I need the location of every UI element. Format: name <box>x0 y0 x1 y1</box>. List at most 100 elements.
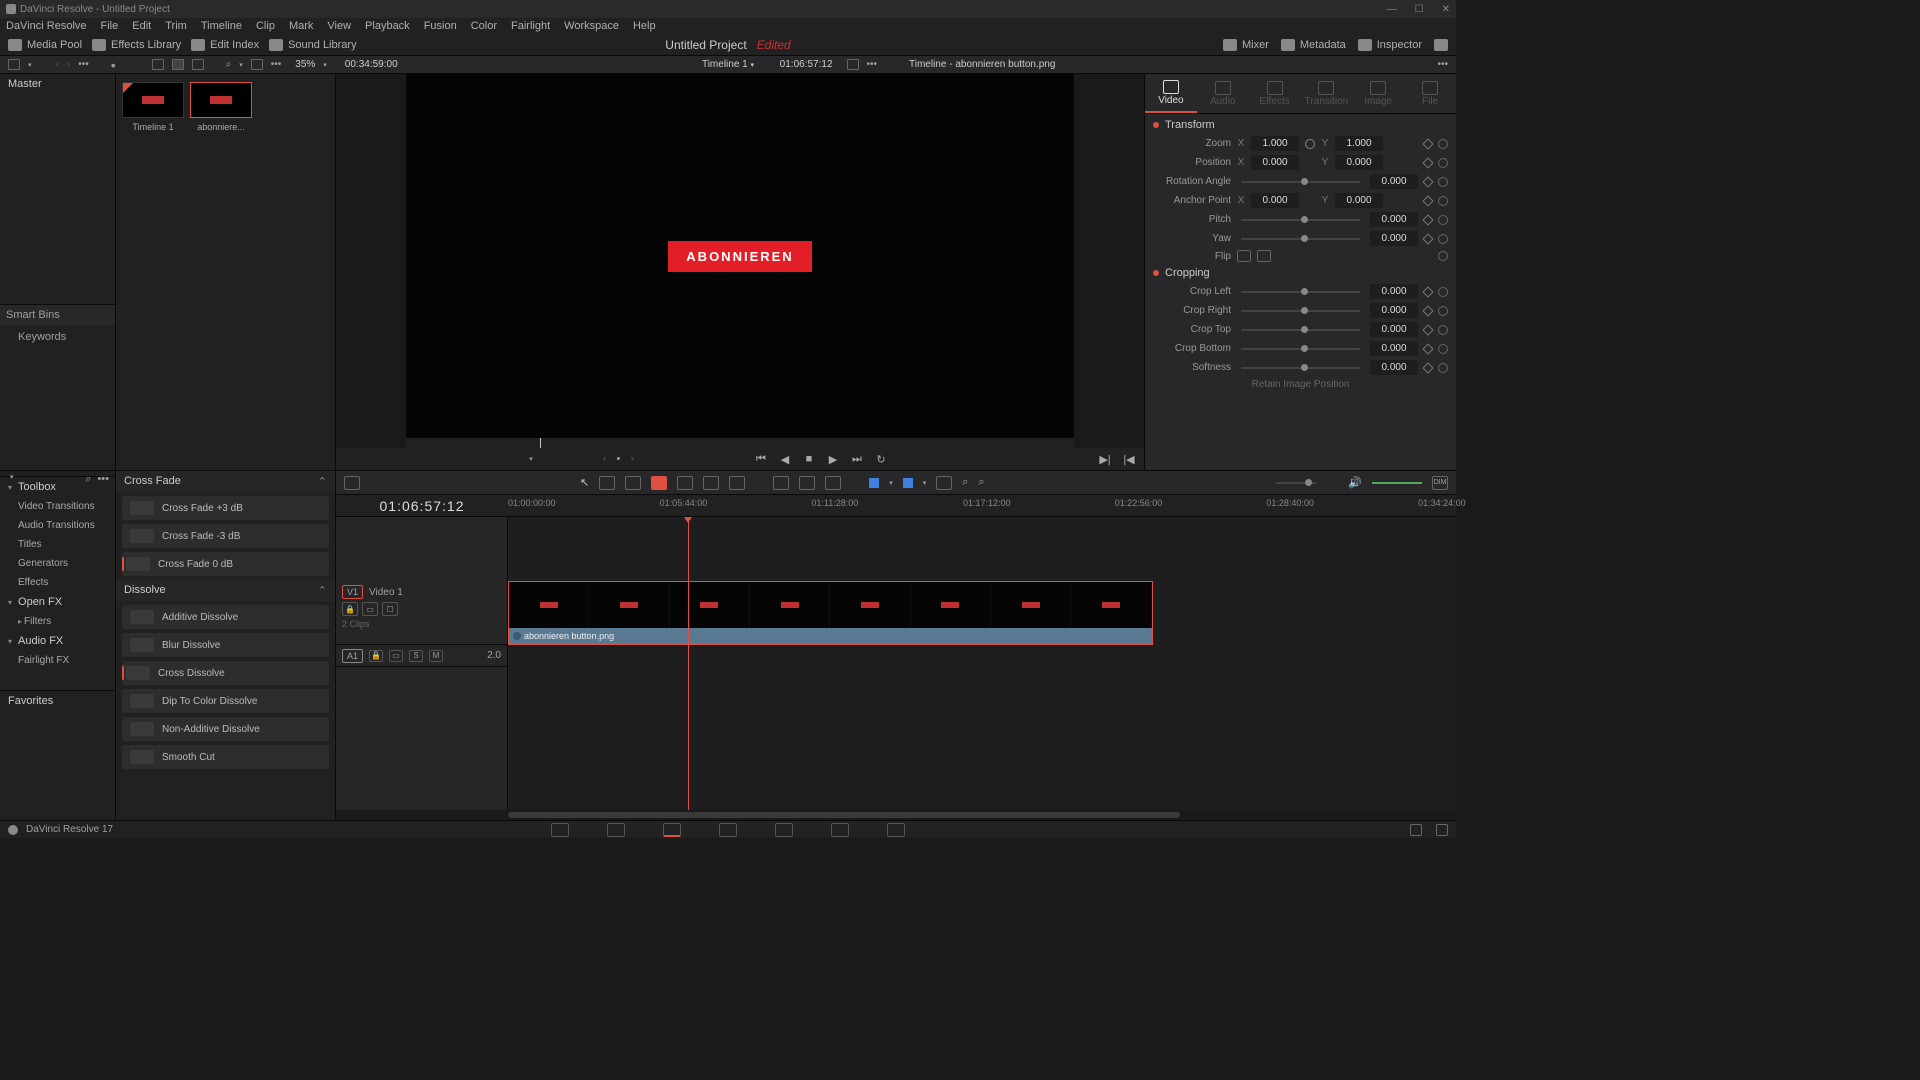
nav-item[interactable]: Titles <box>0 535 115 554</box>
pos-y-field[interactable]: 0.000 <box>1335 155 1383 170</box>
keyframe-icon[interactable] <box>1422 176 1433 187</box>
keyframe-icon[interactable] <box>1422 305 1433 316</box>
crop-right-field[interactable]: 0.000 <box>1370 303 1418 318</box>
solo-button[interactable]: S <box>409 650 423 662</box>
more-icon[interactable]: ••• <box>78 59 89 70</box>
jog-cursor[interactable] <box>540 438 541 448</box>
more-icon[interactable]: ••• <box>867 59 878 70</box>
keyframe-icon[interactable] <box>1422 286 1433 297</box>
search-icon[interactable]: ⌕ <box>962 476 968 489</box>
auto-select-icon[interactable]: ▭ <box>389 650 403 662</box>
lock-track-icon[interactable]: 🔒 <box>342 602 358 616</box>
marker-color-icon[interactable] <box>903 478 913 488</box>
menu-item[interactable]: Timeline <box>201 20 242 32</box>
dynamic-trim-icon[interactable] <box>625 476 641 490</box>
nav-back-icon[interactable]: ‹ <box>56 59 59 70</box>
color-page-icon[interactable] <box>775 823 793 837</box>
effect-item[interactable]: Dip To Color Dissolve <box>122 689 329 713</box>
enable-dot-icon[interactable] <box>1153 122 1159 128</box>
keyframe-icon[interactable] <box>1422 362 1433 373</box>
yaw-slider[interactable] <box>1241 238 1360 240</box>
inspector-toggle[interactable]: Inspector <box>1358 39 1422 51</box>
reset-icon[interactable] <box>1438 234 1448 244</box>
viewer-canvas[interactable]: ABONNIEREN <box>406 74 1074 438</box>
prev-clip-icon[interactable]: |◀ <box>1122 452 1136 466</box>
search-icon[interactable]: ⌕ <box>85 473 91 474</box>
tab-transition[interactable]: Transition <box>1300 74 1352 113</box>
next-clip-icon[interactable]: ▶| <box>1098 452 1112 466</box>
menu-item[interactable]: Clip <box>256 20 275 32</box>
link-icon[interactable] <box>1305 139 1315 149</box>
timeline-scrollbar[interactable] <box>336 810 1456 820</box>
link-icon[interactable] <box>799 476 815 490</box>
bypass-icon[interactable] <box>847 59 859 70</box>
lock-icon[interactable] <box>825 476 841 490</box>
prev-frame-icon[interactable]: ◀ <box>778 452 792 466</box>
transform-section-header[interactable]: Transform <box>1153 116 1448 134</box>
openfx-header[interactable]: Open FX <box>0 592 115 612</box>
menu-item[interactable]: DaVinci Resolve <box>6 20 87 32</box>
reset-icon[interactable] <box>1438 139 1448 149</box>
track-tag[interactable]: A1 <box>342 649 363 663</box>
nav-item[interactable]: Video Transitions <box>0 497 115 516</box>
pitch-field[interactable]: 0.000 <box>1370 212 1418 227</box>
cut-page-icon[interactable] <box>607 823 625 837</box>
tab-effects[interactable]: Effects <box>1249 74 1301 113</box>
insert-icon[interactable] <box>677 476 693 490</box>
crop-top-field[interactable]: 0.000 <box>1370 322 1418 337</box>
menu-item[interactable]: Fusion <box>424 20 457 32</box>
zoom-icon[interactable]: ⌕ <box>978 476 984 489</box>
menu-item[interactable]: File <box>101 20 119 32</box>
more-icon[interactable]: ••• <box>97 473 109 474</box>
master-bin[interactable]: Master <box>0 74 115 94</box>
bin-view-icon[interactable] <box>8 59 20 70</box>
dim-button[interactable]: DIM <box>1432 476 1448 490</box>
timeline-ruler[interactable]: 01:06:57:12 01:00:00:00 01:05:44:00 01:1… <box>336 495 1456 517</box>
auto-select-icon[interactable]: ▭ <box>362 602 378 616</box>
media-page-icon[interactable] <box>551 823 569 837</box>
flip-v-button[interactable] <box>1257 250 1271 262</box>
settings-icon[interactable] <box>1436 824 1448 836</box>
chevron-down-icon[interactable]: ▾ <box>28 61 32 69</box>
crop-left-slider[interactable]: .prow .slider.z::after{left:0;} <box>1241 291 1360 293</box>
selection-tool-icon[interactable]: ↖ <box>580 476 589 489</box>
more-icon[interactable]: ••• <box>1437 59 1448 70</box>
mixer-toggle[interactable]: Mixer <box>1223 39 1269 51</box>
reset-icon[interactable] <box>1438 177 1448 187</box>
category-header[interactable]: Dissolve⌃ <box>116 580 335 601</box>
smart-bins-header[interactable]: Smart Bins <box>0 304 115 325</box>
keyframe-icon[interactable] <box>1422 157 1433 168</box>
timeline-view-icon[interactable] <box>344 476 360 490</box>
chevron-down-icon[interactable]: ▾ <box>239 61 243 69</box>
effect-item[interactable]: Cross Fade -3 dB <box>122 524 329 548</box>
chevron-down-icon[interactable]: ▾ <box>529 455 533 463</box>
audio-track-header[interactable]: A1 🔒 ▭ S M 2.0 <box>336 645 507 667</box>
effect-item[interactable]: Smooth Cut <box>122 745 329 769</box>
crop-right-slider[interactable] <box>1241 310 1360 312</box>
tab-image[interactable]: Image <box>1352 74 1404 113</box>
nav-item[interactable]: Filters <box>0 612 115 631</box>
expand-inspector-icon[interactable] <box>1434 39 1448 51</box>
keyframe-icon[interactable] <box>1422 233 1433 244</box>
flag-color-icon[interactable] <box>869 478 879 488</box>
play-icon[interactable]: ▶ <box>826 452 840 466</box>
menu-item[interactable]: Help <box>633 20 656 32</box>
reset-icon[interactable] <box>1438 306 1448 316</box>
first-frame-icon[interactable]: ⏮ <box>754 452 768 466</box>
home-icon[interactable] <box>1410 824 1422 836</box>
loop-icon[interactable]: ↻ <box>874 452 888 466</box>
volume-icon[interactable]: 🔊 <box>1348 476 1362 489</box>
nav-item[interactable]: Effects <box>0 573 115 592</box>
crop-top-slider[interactable] <box>1241 329 1360 331</box>
menu-item[interactable]: Fairlight <box>511 20 550 32</box>
tab-video[interactable]: Video <box>1145 74 1197 113</box>
menu-item[interactable]: Workspace <box>564 20 619 32</box>
effect-item[interactable]: Non-Additive Dissolve <box>122 717 329 741</box>
category-header[interactable]: Cross Fade⌃ <box>116 471 335 492</box>
keyframe-icon[interactable] <box>1422 138 1433 149</box>
effects-library-toggle[interactable]: Effects Library <box>92 39 181 51</box>
menu-item[interactable]: Mark <box>289 20 313 32</box>
keyframe-icon[interactable] <box>1422 195 1433 206</box>
lock-track-icon[interactable]: 🔒 <box>369 650 383 662</box>
enable-dot-icon[interactable] <box>1153 270 1159 276</box>
